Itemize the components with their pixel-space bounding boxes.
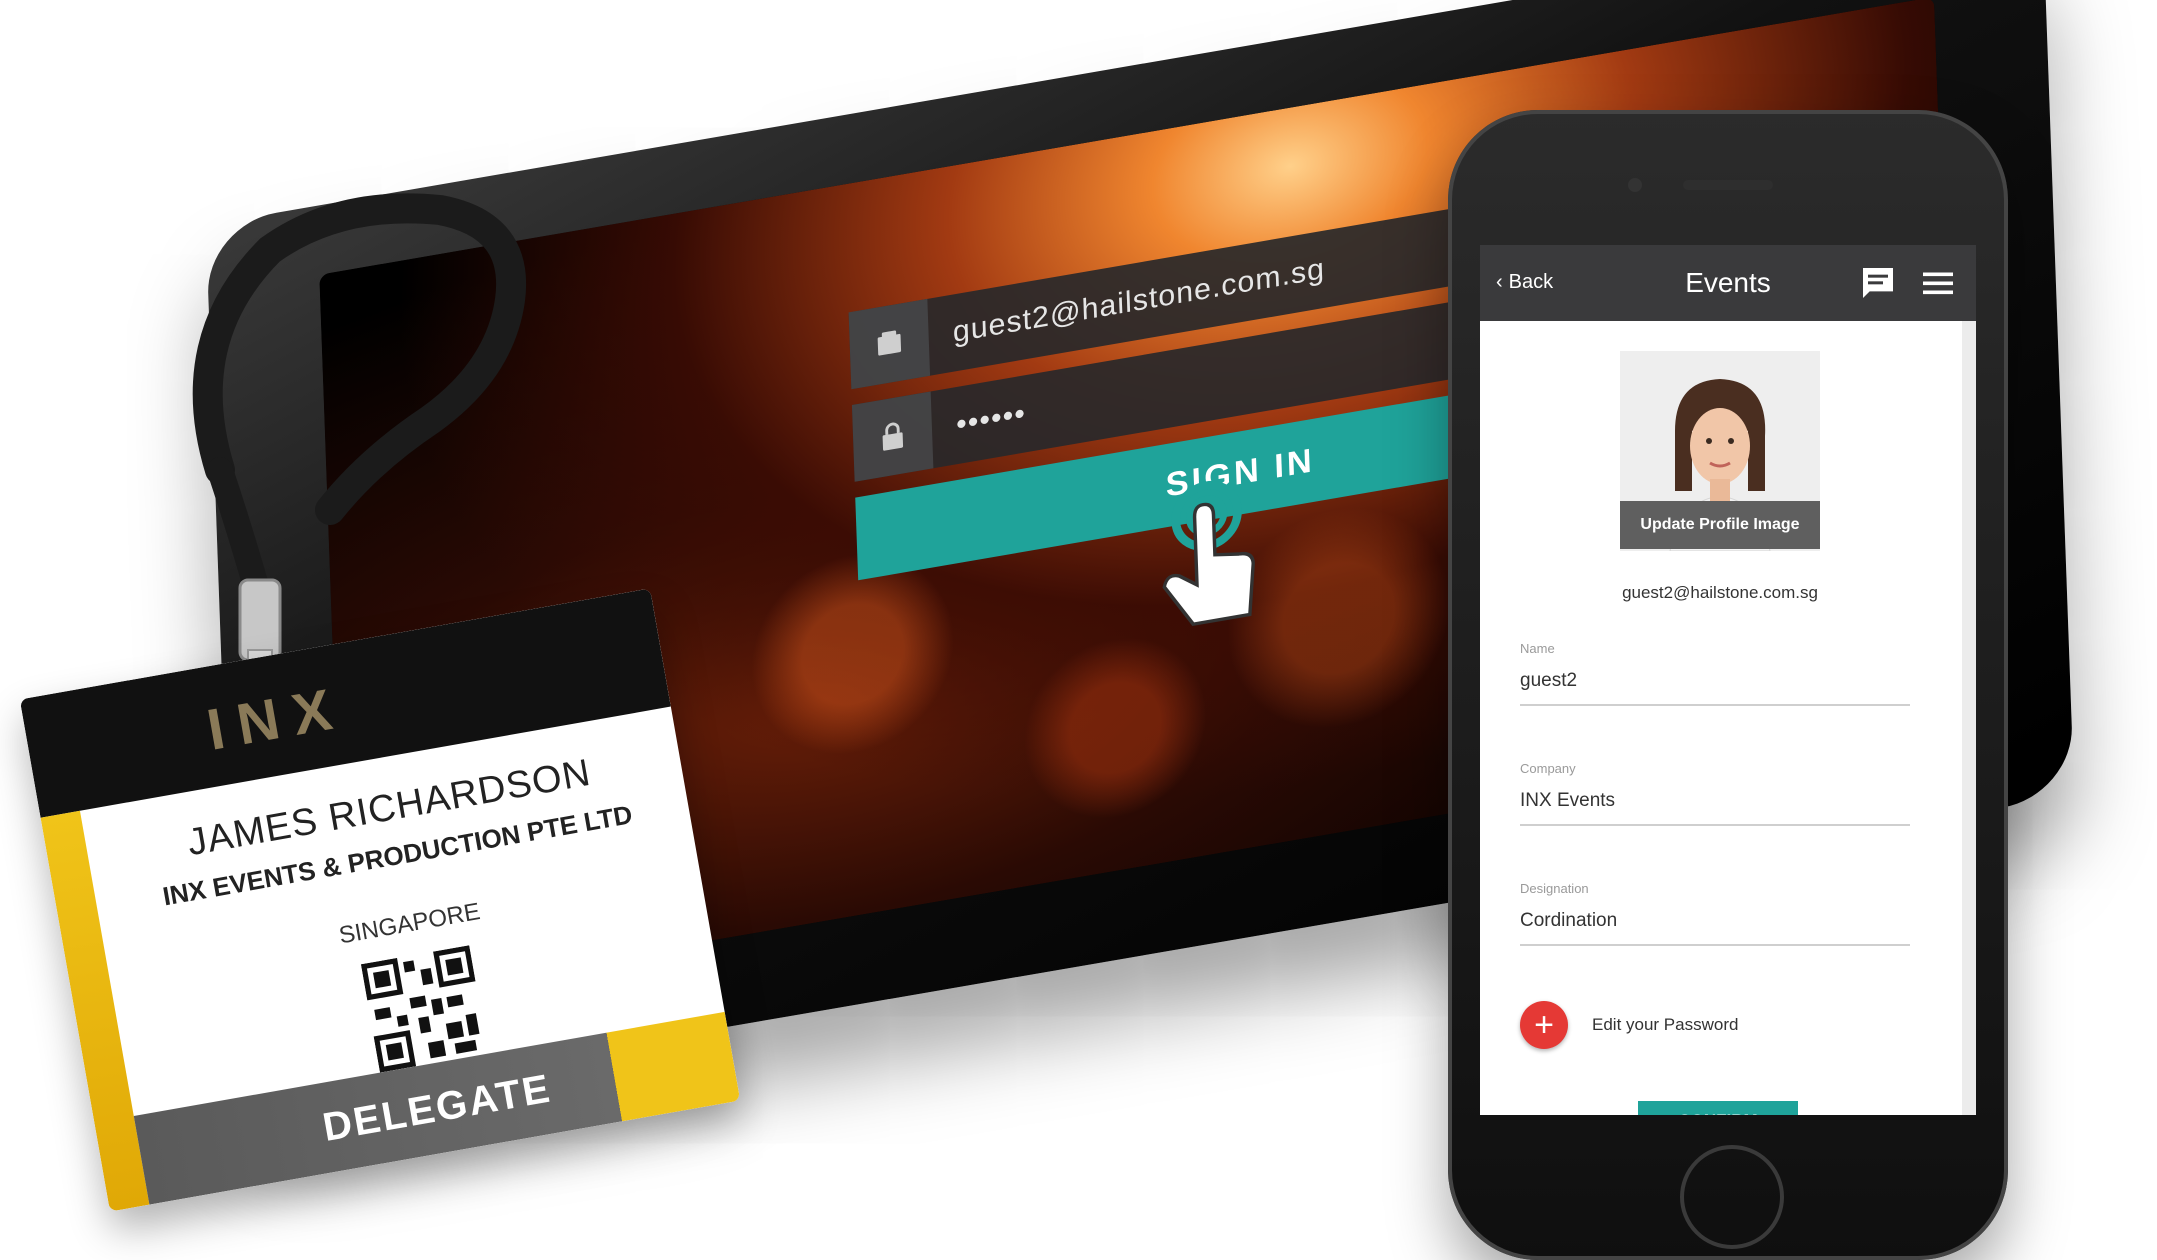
designation-field[interactable]: Designation Cordination	[1520, 881, 1910, 946]
app-bar: ‹ Back Events	[1480, 245, 1976, 321]
attendee-role: DELEGATE	[319, 1066, 555, 1150]
marketing-scene: guest2@hailstone.com.sg •••••• SIGN IN I…	[0, 0, 2157, 1260]
badge-logo: INX	[202, 674, 351, 763]
lock-icon	[851, 391, 934, 482]
name-value[interactable]: guest2	[1520, 670, 1910, 706]
designation-value[interactable]: Cordination	[1520, 910, 1910, 946]
company-value[interactable]: INX Events	[1520, 790, 1910, 826]
company-field[interactable]: Company INX Events	[1520, 761, 1910, 826]
company-label: Company	[1520, 761, 1576, 776]
chat-icon[interactable]	[1858, 263, 1898, 303]
phone-device: ‹ Back Events Update Profile Image guest…	[1448, 110, 2008, 1260]
phone-speaker	[1683, 180, 1773, 190]
qr-code-icon	[360, 945, 489, 1073]
confirm-button[interactable]: CONFIRM	[1638, 1101, 1798, 1115]
profile-email: guest2@hailstone.com.sg	[1622, 583, 1818, 602]
phone-camera	[1628, 178, 1642, 192]
phone-screen: ‹ Back Events Update Profile Image guest…	[1480, 245, 1976, 1115]
scrollbar[interactable]	[1962, 321, 1976, 1115]
update-profile-image-button[interactable]: Update Profile Image	[1620, 501, 1820, 549]
add-password-button[interactable]: +	[1520, 1001, 1568, 1049]
profile-content: Update Profile Image guest2@hailstone.co…	[1480, 321, 1960, 1115]
name-label: Name	[1520, 641, 1555, 656]
edit-password-link[interactable]: Edit your Password	[1592, 1015, 1738, 1035]
user-icon	[848, 298, 931, 390]
menu-icon[interactable]	[1920, 267, 1956, 299]
pointer-hand-icon	[1162, 480, 1255, 627]
home-button[interactable]	[1680, 1145, 1784, 1249]
designation-label: Designation	[1520, 881, 1589, 896]
plus-icon: +	[1534, 1005, 1554, 1044]
event-badge: INX JAMES RICHARDSON INX EVENTS & PRODUC…	[19, 588, 741, 1212]
name-field[interactable]: Name guest2	[1520, 641, 1910, 706]
password-mask: ••••••	[955, 396, 1027, 442]
page-title: Events	[1685, 267, 1771, 298]
